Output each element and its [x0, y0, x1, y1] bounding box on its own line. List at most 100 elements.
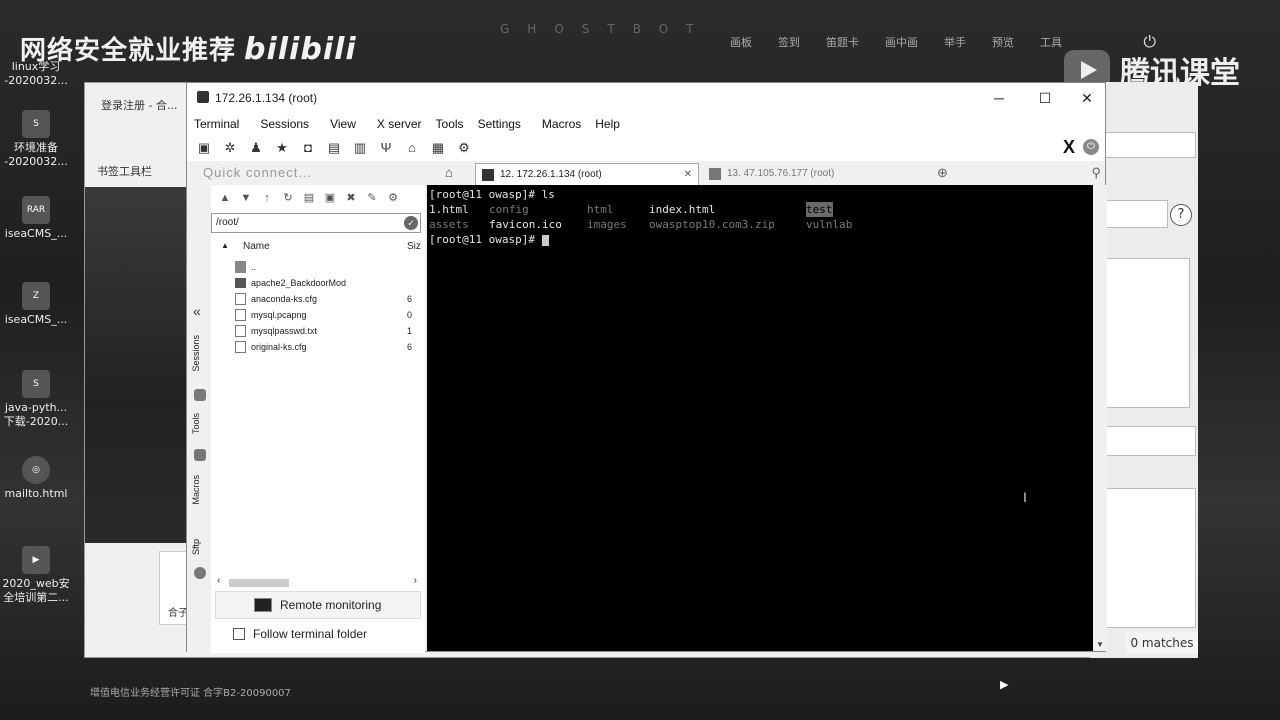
- toolbar-item[interactable]: 工具: [1040, 34, 1062, 50]
- toolbar-item[interactable]: 举手: [944, 34, 966, 50]
- side-tab-sessions[interactable]: Sessions: [191, 335, 201, 372]
- browser-tab-title[interactable]: 登录注册 - 合...: [101, 97, 177, 113]
- close-tab-icon[interactable]: ✕: [684, 164, 692, 186]
- column-size[interactable]: Siz: [407, 241, 421, 252]
- settings-icon[interactable]: ⚙: [455, 140, 473, 156]
- sftp-path-field[interactable]: /root/ ✓: [211, 213, 421, 233]
- file-row[interactable]: original-ks.cfg 6: [211, 339, 425, 355]
- new-file-icon[interactable]: ▤: [301, 191, 317, 205]
- bilibili-logo: bilibili: [244, 32, 357, 67]
- file-row[interactable]: ..: [211, 259, 425, 275]
- text-cursor-icon: I: [1023, 489, 1027, 505]
- file-row[interactable]: mysqlpasswd.txt 1: [211, 323, 425, 339]
- app-icon: S: [22, 370, 50, 398]
- desktop-icon-iseacms-zip[interactable]: Z iseaCMS_...: [0, 282, 72, 327]
- file-row[interactable]: mysql.pcapng 0: [211, 307, 425, 323]
- side-tab-sftp[interactable]: Sftp: [191, 539, 201, 555]
- card-text: 合子: [168, 608, 188, 619]
- browser-panel-box[interactable]: [1096, 426, 1196, 456]
- browser-list[interactable]: [1096, 488, 1196, 628]
- packages-icon[interactable]: ▦: [429, 140, 447, 156]
- menu-xserver[interactable]: X server: [363, 113, 429, 135]
- desktop-icon-web-training[interactable]: ▶ 2020_web安 全培训第二...: [0, 546, 72, 605]
- menu-help[interactable]: Help: [588, 113, 627, 135]
- help-icon[interactable]: ?: [1170, 204, 1192, 226]
- download-icon[interactable]: ▼: [238, 191, 254, 205]
- delete-icon[interactable]: ✖: [343, 191, 359, 205]
- sessions-icon[interactable]: ◘: [299, 140, 317, 156]
- desktop-icon-iseacms-rar[interactable]: RAR iseaCMS_...: [0, 196, 72, 241]
- follow-terminal-folder[interactable]: Follow terminal folder: [233, 627, 367, 641]
- ls-entry: favicon.ico: [489, 218, 562, 231]
- terminal[interactable]: [root@11 owasp]# ls 1.html config html inde…: [427, 185, 1093, 651]
- menu-view[interactable]: View: [316, 113, 363, 135]
- browser-list[interactable]: [1096, 258, 1190, 408]
- desktop-icon-label: 2020_web安 全培训第二...: [2, 577, 70, 604]
- collapse-icon[interactable]: «: [193, 303, 201, 319]
- terminal-scrollbar[interactable]: ▼: [1093, 185, 1107, 651]
- quick-connect-input[interactable]: Quick connect...: [195, 163, 435, 183]
- scroll-thumb[interactable]: [229, 579, 289, 587]
- file-row[interactable]: apache2_BackdoorMod: [211, 275, 425, 291]
- tunneling-icon[interactable]: ⌂: [403, 140, 421, 156]
- side-tab-tools[interactable]: Tools: [191, 413, 201, 434]
- refresh-icon[interactable]: ↻: [280, 191, 296, 205]
- file-icon: [235, 309, 246, 321]
- scroll-right-icon[interactable]: ›: [414, 575, 417, 586]
- maximize-button[interactable]: ☐: [1025, 87, 1065, 109]
- sort-icon[interactable]: ▲: [221, 241, 229, 250]
- bookmarks-toolbar[interactable]: 书签工具栏: [97, 163, 152, 179]
- desktop-icon-linux[interactable]: linux学习 -2020032...: [0, 60, 72, 88]
- menu-tools[interactable]: Tools: [429, 113, 471, 135]
- file-name: apache2_BackdoorMod: [251, 278, 347, 288]
- menu-settings[interactable]: Settings: [471, 113, 528, 135]
- tab-session-12[interactable]: 12. 172.26.1.134 (root) ✕: [475, 163, 699, 185]
- toolbar-item[interactable]: 画中画: [885, 34, 918, 50]
- menu-macros[interactable]: Macros: [528, 113, 588, 135]
- split-icon[interactable]: ▥: [351, 140, 369, 156]
- servers-icon[interactable]: ✲: [221, 140, 239, 156]
- edit-icon[interactable]: ✎: [364, 191, 380, 205]
- sftp-path: /root/: [216, 217, 239, 228]
- desktop-icon-env[interactable]: S 环境准备 -2020032...: [0, 110, 72, 169]
- multiexec-icon[interactable]: Ψ: [377, 140, 395, 156]
- new-tab-icon[interactable]: ⊕: [937, 165, 948, 181]
- follow-checkbox[interactable]: [233, 628, 245, 640]
- close-button[interactable]: ✕: [1067, 87, 1107, 109]
- scroll-left-icon[interactable]: ‹: [217, 575, 220, 586]
- new-folder-icon[interactable]: ▣: [322, 191, 338, 205]
- exit-icon[interactable]: ⏻: [1083, 139, 1099, 155]
- view-icon[interactable]: ▤: [325, 140, 343, 156]
- up-folder-icon[interactable]: ↑: [259, 191, 275, 205]
- toolbar-item[interactable]: 签到: [778, 34, 800, 50]
- file-row[interactable]: anaconda-ks.cfg 6: [211, 291, 425, 307]
- minimize-button[interactable]: ─: [979, 87, 1019, 109]
- games-icon[interactable]: ★: [273, 140, 291, 156]
- remote-monitoring-button[interactable]: Remote monitoring: [215, 591, 421, 619]
- menu-terminal[interactable]: Terminal: [187, 113, 246, 135]
- desktop-icon-java-python[interactable]: S java-pyth... 下载-2020...: [0, 370, 72, 429]
- toolbar-item[interactable]: 笛题卡: [826, 34, 859, 50]
- attach-icon[interactable]: ⚲: [1091, 165, 1101, 181]
- desktop-icon-mailto[interactable]: ◎ mailto.html: [0, 456, 72, 501]
- desktop-icon-label: linux学习 -2020032...: [4, 60, 68, 87]
- scroll-down-icon[interactable]: ▼: [1096, 640, 1104, 649]
- check-icon[interactable]: ✓: [404, 216, 418, 230]
- toolbar-item[interactable]: 画板: [730, 34, 752, 50]
- horizontal-scrollbar[interactable]: ‹ ›: [211, 575, 425, 591]
- terminal-icon: [482, 169, 494, 181]
- browser-panel-box[interactable]: [1096, 132, 1196, 158]
- tab-session-13[interactable]: 13. 47.105.76.177 (root): [703, 163, 923, 185]
- parent-folder-icon: [235, 261, 246, 273]
- menu-sessions[interactable]: Sessions: [246, 113, 316, 135]
- settings-icon[interactable]: ⚙: [385, 191, 401, 205]
- session-icon[interactable]: ▣: [195, 140, 213, 156]
- toolbar-item[interactable]: 预览: [992, 34, 1014, 50]
- side-tab-macros[interactable]: Macros: [191, 475, 201, 505]
- column-name[interactable]: Name: [243, 241, 270, 252]
- desktop: 网络安全就业推荐 bilibili GHOSTBOT 画板 签到 笛题卡 画中画 …: [0, 0, 1280, 720]
- upload-icon[interactable]: ▲: [217, 191, 233, 205]
- tools-icon[interactable]: ♟: [247, 140, 265, 156]
- xserver-icon[interactable]: X: [1063, 137, 1075, 158]
- home-icon[interactable]: ⌂: [445, 165, 453, 180]
